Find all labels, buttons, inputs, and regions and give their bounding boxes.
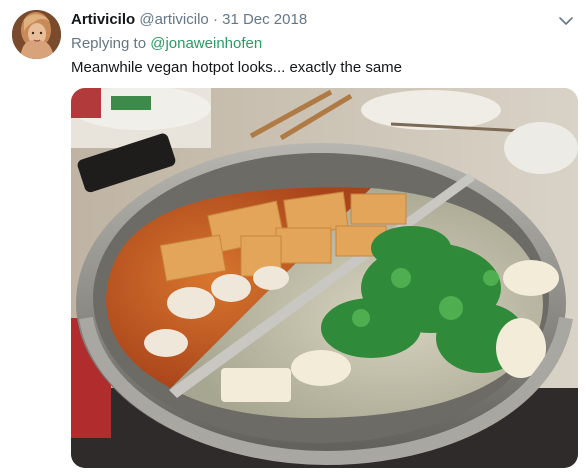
tweet-text: Meanwhile vegan hotpot looks... exactly … xyxy=(71,59,403,76)
hotpot-photo xyxy=(71,88,578,468)
reply-context: Replying to @jonaweinhofen xyxy=(71,34,262,54)
reply-mention-link[interactable]: @jonaweinhofen xyxy=(150,35,262,52)
reply-prefix: Replying to xyxy=(71,35,147,52)
chevron-down-icon[interactable] xyxy=(557,12,575,30)
tweet-date[interactable]: 31 Dec 2018 xyxy=(222,11,307,28)
avatar[interactable] xyxy=(12,10,61,59)
user-handle[interactable]: @artivicilo xyxy=(139,11,208,28)
tweet-media-photo[interactable] xyxy=(71,88,578,468)
separator-dot: · xyxy=(212,11,218,28)
display-name[interactable]: Artivicilo xyxy=(71,11,135,28)
tweet-header: Artivicilo @artivicilo · 31 Dec 2018 xyxy=(71,10,307,30)
tweet[interactable]: Artivicilo @artivicilo · 31 Dec 2018 Rep… xyxy=(0,0,587,476)
avatar-image xyxy=(12,10,61,59)
